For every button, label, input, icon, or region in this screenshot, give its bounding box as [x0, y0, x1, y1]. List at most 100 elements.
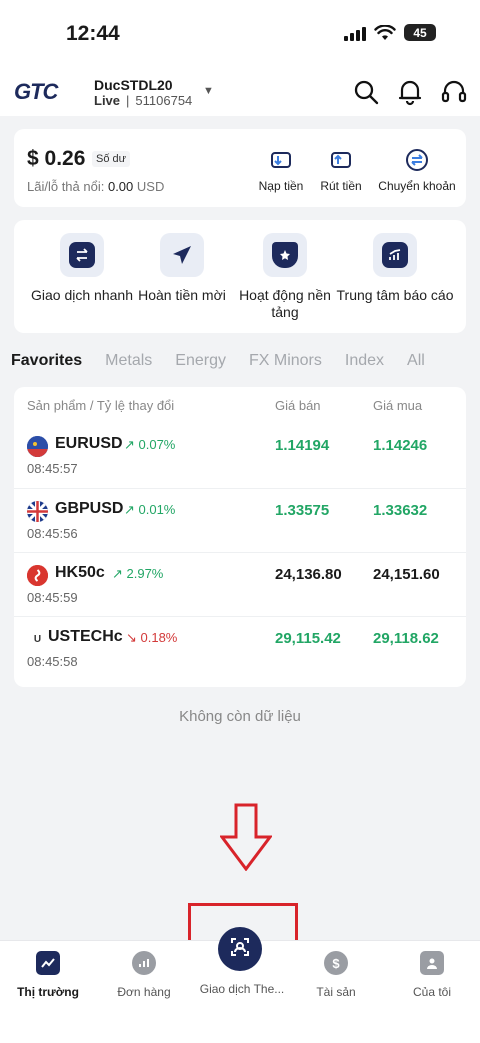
send-icon: [169, 242, 195, 268]
change: ↗ 0.07%: [124, 437, 176, 452]
nav-assets-label: Tài sản: [316, 985, 356, 999]
table-row[interactable]: U USTECHc ↘ 0.18% 08:45:58 29,115.42 29,…: [14, 616, 466, 680]
change: ↗ 2.97%: [112, 566, 164, 581]
nav-orders-label: Đơn hàng: [117, 985, 171, 999]
bottom-nav: Thị trường Đơn hàng Giao dịch The... $ T…: [0, 927, 480, 1043]
balance-card: $ 0.26 Số dư Lãi/lỗ thả nổi: 0.00 USD Nạ…: [14, 129, 466, 207]
assets-icon: $: [324, 951, 348, 975]
tab-all[interactable]: All: [407, 352, 425, 370]
symbol: HK50c: [55, 564, 105, 581]
orders-icon: [132, 951, 156, 975]
status-time: 12:44: [66, 22, 120, 45]
report-icon: [382, 242, 408, 268]
symbol: GBPUSD: [55, 500, 124, 517]
deposit-icon: [268, 147, 294, 173]
brand-logo: GTC: [14, 79, 58, 104]
bid-price: 1.14194: [275, 437, 330, 454]
signal-icon: [344, 25, 366, 41]
timestamp: 08:45:58: [27, 654, 78, 669]
balance-amount: $ 0.26: [27, 147, 86, 170]
withdraw-button[interactable]: Rút tiền: [306, 147, 376, 193]
badge-icon: [272, 242, 298, 268]
index-icon: U: [27, 629, 48, 650]
uk-flag-icon: [27, 501, 48, 522]
nav-copy-trade-label: Giao dịch The...: [199, 982, 285, 996]
bid-price: 24,136.80: [275, 566, 342, 583]
pnl-currency: USD: [136, 179, 165, 194]
wifi-icon: [374, 24, 396, 40]
swap-icon: [69, 242, 95, 268]
header-product: Sản phẩm / Tỷ lệ thay đổi: [27, 398, 175, 413]
account-type: Live: [94, 93, 121, 108]
battery-icon: 45: [404, 24, 436, 41]
quick-trade-label: Giao dịch nhanh: [31, 287, 133, 303]
header-ask: Giá mua: [373, 398, 423, 413]
platform-activity-button[interactable]: Hoạt động nền tảng: [226, 233, 344, 321]
balance-tag: Số dư: [92, 151, 130, 167]
report-center-button[interactable]: Trung tâm báo cáo: [336, 233, 454, 304]
referral-refund-label: Hoàn tiền mời: [138, 287, 226, 303]
pnl-label: Lãi/lỗ thả nổi:: [27, 179, 105, 194]
copy-trade-icon: [229, 936, 251, 963]
no-more-data: Không còn dữ liệu: [179, 708, 301, 725]
header-bid: Giá bán: [275, 398, 321, 413]
eu-flag-icon: [27, 436, 48, 457]
market-icon: [36, 951, 60, 975]
ask-price: 1.14246: [373, 437, 428, 454]
status-icons: 45: [344, 24, 436, 41]
ask-price: 29,118.62: [373, 630, 439, 647]
tab-fx-minors[interactable]: FX Minors: [249, 352, 322, 370]
nav-market-label: Thị trường: [17, 985, 79, 999]
red-annotation-arrow-icon: [220, 803, 272, 871]
account-info: Live | 51106754: [94, 93, 192, 108]
quick-actions-card: Giao dịch nhanh Hoàn tiền mời Hoạt động …: [14, 220, 466, 333]
app-header: GTC DucSTDL20 Live | 51106754 ▼: [0, 70, 480, 116]
withdraw-label: Rút tiền: [320, 179, 362, 193]
bid-price: 29,115.42: [275, 630, 341, 647]
hk-flag-icon: [27, 565, 48, 586]
platform-activity-label: Hoạt động nền tảng: [239, 287, 331, 320]
ask-price: 24,151.60: [373, 566, 440, 583]
market-tabs: Favorites Metals Energy FX Minors Index …: [11, 352, 448, 370]
nav-profile-label: Của tôi: [412, 985, 452, 999]
status-bar: 12:44 45: [0, 0, 480, 70]
search-icon[interactable]: [352, 78, 380, 106]
withdraw-icon: [328, 147, 354, 173]
deposit-label: Nạp tiền: [258, 179, 304, 193]
timestamp: 08:45:56: [27, 526, 78, 541]
tab-index[interactable]: Index: [345, 352, 384, 370]
symbol: USTECHc: [48, 628, 123, 645]
tab-favorites[interactable]: Favorites: [11, 352, 82, 370]
nav-assets[interactable]: $ Tài sản: [288, 951, 384, 999]
transfer-button[interactable]: Chuyển khoản: [376, 147, 458, 193]
report-center-label: Trung tâm báo cáo: [336, 287, 454, 303]
transfer-label: Chuyển khoản: [378, 179, 456, 193]
symbol: EURUSD: [55, 435, 123, 452]
referral-refund-button[interactable]: Hoàn tiền mời: [123, 233, 241, 304]
account-name: DucSTDL20: [94, 77, 173, 93]
timestamp: 08:45:57: [27, 461, 78, 476]
bid-price: 1.33575: [275, 502, 330, 519]
table-row[interactable]: EURUSD ↗ 0.07% 08:45:57 1.14194 1.14246: [14, 424, 466, 488]
table-row[interactable]: HK50c ↗ 2.97% 08:45:59 24,136.80 24,151.…: [14, 552, 466, 616]
bell-icon[interactable]: [396, 78, 424, 106]
nav-copy-trade[interactable]: [218, 927, 262, 971]
transfer-icon: [404, 147, 430, 173]
profile-icon: [420, 951, 444, 975]
tab-metals[interactable]: Metals: [105, 352, 152, 370]
headset-icon[interactable]: [440, 78, 468, 106]
account-separator: |: [126, 93, 130, 108]
floating-pnl: Lãi/lỗ thả nổi: 0.00 USD: [27, 179, 164, 194]
ask-price: 1.33632: [373, 502, 428, 519]
pnl-value: 0.00: [107, 179, 134, 194]
change: ↗ 0.01%: [124, 502, 176, 517]
nav-orders[interactable]: Đơn hàng: [96, 951, 192, 999]
chevron-down-icon[interactable]: ▼: [203, 85, 214, 97]
table-row[interactable]: GBPUSD ↗ 0.01% 08:45:56 1.33575 1.33632: [14, 488, 466, 552]
change: ↘ 0.18%: [126, 630, 178, 645]
tab-energy[interactable]: Energy: [175, 352, 226, 370]
nav-market[interactable]: Thị trường: [0, 951, 96, 999]
nav-profile[interactable]: Của tôi: [384, 951, 480, 999]
timestamp: 08:45:59: [27, 590, 78, 605]
quotes-table: Sản phẩm / Tỷ lệ thay đổi Giá bán Giá mu…: [14, 387, 466, 687]
